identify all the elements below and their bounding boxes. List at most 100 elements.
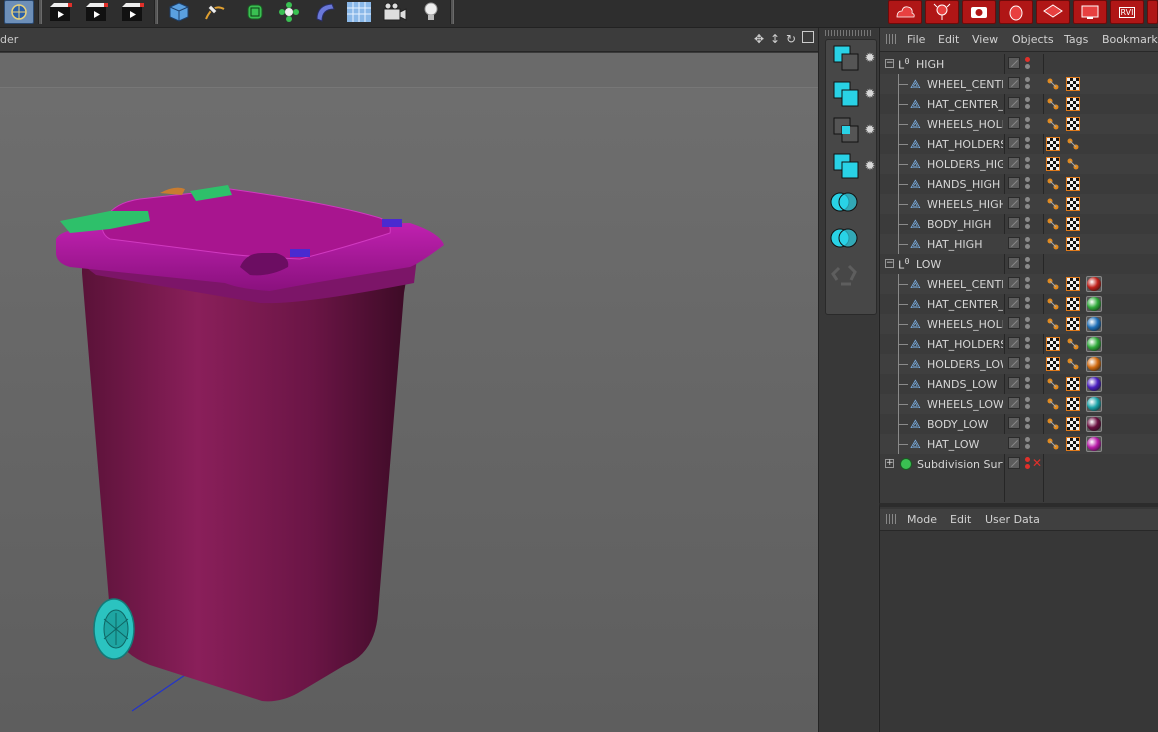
layer-visibility-icon[interactable]: [1008, 337, 1020, 349]
object-label[interactable]: WHEELS_LOW: [927, 398, 1003, 411]
visibility-dots-icon[interactable]: [1025, 137, 1030, 151]
palette-tool-4-gear-icon[interactable]: ✹: [864, 150, 876, 182]
phong-tag-icon[interactable]: [1046, 417, 1060, 431]
phong-tag-icon[interactable]: [1046, 397, 1060, 411]
object-row[interactable]: ⟁ HAT_HOLDERS: [880, 334, 1158, 354]
visibility-dots-icon[interactable]: [1025, 257, 1030, 271]
expand-toggle-icon[interactable]: −: [885, 259, 894, 268]
material-tag-icon[interactable]: [1086, 276, 1102, 292]
layer-visibility-icon[interactable]: [1008, 237, 1020, 249]
plugin-monitor-icon[interactable]: [1073, 0, 1107, 24]
material-tag-icon[interactable]: [1086, 396, 1102, 412]
object-row[interactable]: ⟁ WHEELS_HOLD: [880, 314, 1158, 334]
visibility-dots-icon[interactable]: [1025, 397, 1030, 411]
object-label[interactable]: HIGH: [916, 58, 944, 71]
object-row[interactable]: ⟁ WHEELS_LOW: [880, 394, 1158, 414]
material-tag-icon[interactable]: [1086, 436, 1102, 452]
maximize-view-icon[interactable]: [802, 31, 814, 43]
visibility-dots-icon[interactable]: [1025, 457, 1030, 471]
object-label[interactable]: HAT_CENTER_H: [927, 98, 1003, 111]
visibility-dots-icon[interactable]: [1025, 377, 1030, 391]
plugin-cloud-icon[interactable]: [888, 0, 922, 24]
object-row[interactable]: ⟁ WHEELS_HOLD: [880, 114, 1158, 134]
material-tag-icon[interactable]: [1086, 416, 1102, 432]
material-tag-icon[interactable]: [1086, 336, 1102, 352]
texture-tag-icon[interactable]: [1066, 417, 1080, 431]
boolean-2-icon[interactable]: [826, 222, 862, 254]
object-label[interactable]: WHEELS_HOLD: [927, 318, 1003, 331]
texture-tag-icon[interactable]: [1066, 117, 1080, 131]
object-label[interactable]: WHEELS_HOLD: [927, 118, 1003, 131]
subdivision-icon[interactable]: [240, 0, 270, 24]
menu-objects[interactable]: Objects: [1012, 33, 1054, 46]
menu-view[interactable]: View: [972, 33, 998, 46]
phong-tag-icon[interactable]: [1046, 77, 1060, 91]
menu-grip-icon[interactable]: [886, 514, 898, 524]
phong-tag-icon[interactable]: [1046, 97, 1060, 111]
texture-tag-icon[interactable]: [1046, 337, 1060, 351]
plugin-rvl-icon[interactable]: RVI: [1110, 0, 1144, 24]
visibility-dots-icon[interactable]: [1025, 197, 1030, 211]
visibility-dots-icon[interactable]: [1025, 337, 1030, 351]
palette-tool-1[interactable]: [829, 42, 863, 74]
texture-tag-icon[interactable]: [1046, 137, 1060, 151]
object-row[interactable]: ⟁ HANDS_HIGH: [880, 174, 1158, 194]
texture-tag-icon[interactable]: [1066, 217, 1080, 231]
object-row[interactable]: ⟁ WHEELS_HIGH: [880, 194, 1158, 214]
texture-tag-icon[interactable]: [1046, 357, 1060, 371]
object-row[interactable]: ⟁ HAT_HIGH: [880, 234, 1158, 254]
visibility-dots-icon[interactable]: [1025, 437, 1030, 451]
cube-icon[interactable]: [164, 0, 194, 24]
palette-tool-2[interactable]: [829, 78, 863, 110]
visibility-dots-icon[interactable]: [1025, 157, 1030, 171]
object-row[interactable]: ⟁ HANDS_LOW: [880, 374, 1158, 394]
texture-tag-icon[interactable]: [1066, 377, 1080, 391]
plugin-figure-icon[interactable]: [999, 0, 1033, 24]
material-tag-icon[interactable]: [1086, 296, 1102, 312]
visibility-dots-icon[interactable]: [1025, 57, 1030, 71]
material-tag-icon[interactable]: [1086, 376, 1102, 392]
texture-tag-icon[interactable]: [1066, 97, 1080, 111]
object-row[interactable]: ⟁ HOLDERS_LOW: [880, 354, 1158, 374]
plugin-overflow-button[interactable]: [1147, 0, 1158, 24]
object-row[interactable]: ⟁ HAT_LOW: [880, 434, 1158, 454]
coordinate-system-icon[interactable]: [4, 0, 34, 24]
menu-mode[interactable]: Mode: [907, 513, 937, 526]
phong-tag-icon[interactable]: [1066, 357, 1080, 371]
palette-tool-3[interactable]: [829, 114, 863, 146]
texture-tag-icon[interactable]: [1046, 157, 1060, 171]
phong-tag-icon[interactable]: [1046, 197, 1060, 211]
phong-tag-icon[interactable]: [1046, 277, 1060, 291]
texture-tag-icon[interactable]: [1066, 77, 1080, 91]
object-row[interactable]: ⟁ WHEEL_CENTE: [880, 74, 1158, 94]
light-icon[interactable]: [416, 0, 446, 24]
disabled-x-icon[interactable]: ✕: [1032, 456, 1042, 470]
zoom-view-icon[interactable]: ↕: [770, 32, 780, 46]
layer-visibility-icon[interactable]: [1008, 417, 1020, 429]
visibility-dots-icon[interactable]: [1025, 177, 1030, 191]
object-label[interactable]: BODY_HIGH: [927, 218, 991, 231]
layer-visibility-icon[interactable]: [1008, 77, 1020, 89]
texture-tag-icon[interactable]: [1066, 277, 1080, 291]
phong-tag-icon[interactable]: [1046, 117, 1060, 131]
texture-tag-icon[interactable]: [1066, 317, 1080, 331]
phong-tag-icon[interactable]: [1046, 177, 1060, 191]
palette-tool-4[interactable]: [829, 150, 863, 182]
object-label[interactable]: LOW: [916, 258, 941, 271]
expand-toggle-icon[interactable]: −: [885, 59, 894, 68]
palette-grip[interactable]: [825, 30, 873, 36]
object-row[interactable]: − L0 HIGH: [880, 54, 1158, 74]
object-row[interactable]: ⟁ HOLDERS_HIGH: [880, 154, 1158, 174]
texture-tag-icon[interactable]: [1066, 177, 1080, 191]
layer-visibility-icon[interactable]: [1008, 257, 1020, 269]
layer-visibility-icon[interactable]: [1008, 97, 1020, 109]
phong-tag-icon[interactable]: [1046, 377, 1060, 391]
menu-edit[interactable]: Edit: [938, 33, 959, 46]
palette-tool-3-gear-icon[interactable]: ✹: [864, 114, 876, 146]
object-label[interactable]: HAT_HIGH: [927, 238, 982, 251]
camera-icon[interactable]: [380, 0, 410, 24]
menu-user-data[interactable]: User Data: [985, 513, 1040, 526]
viewport-menu-label[interactable]: der: [0, 33, 18, 46]
phong-tag-icon[interactable]: [1046, 217, 1060, 231]
phong-tag-icon[interactable]: [1066, 337, 1080, 351]
